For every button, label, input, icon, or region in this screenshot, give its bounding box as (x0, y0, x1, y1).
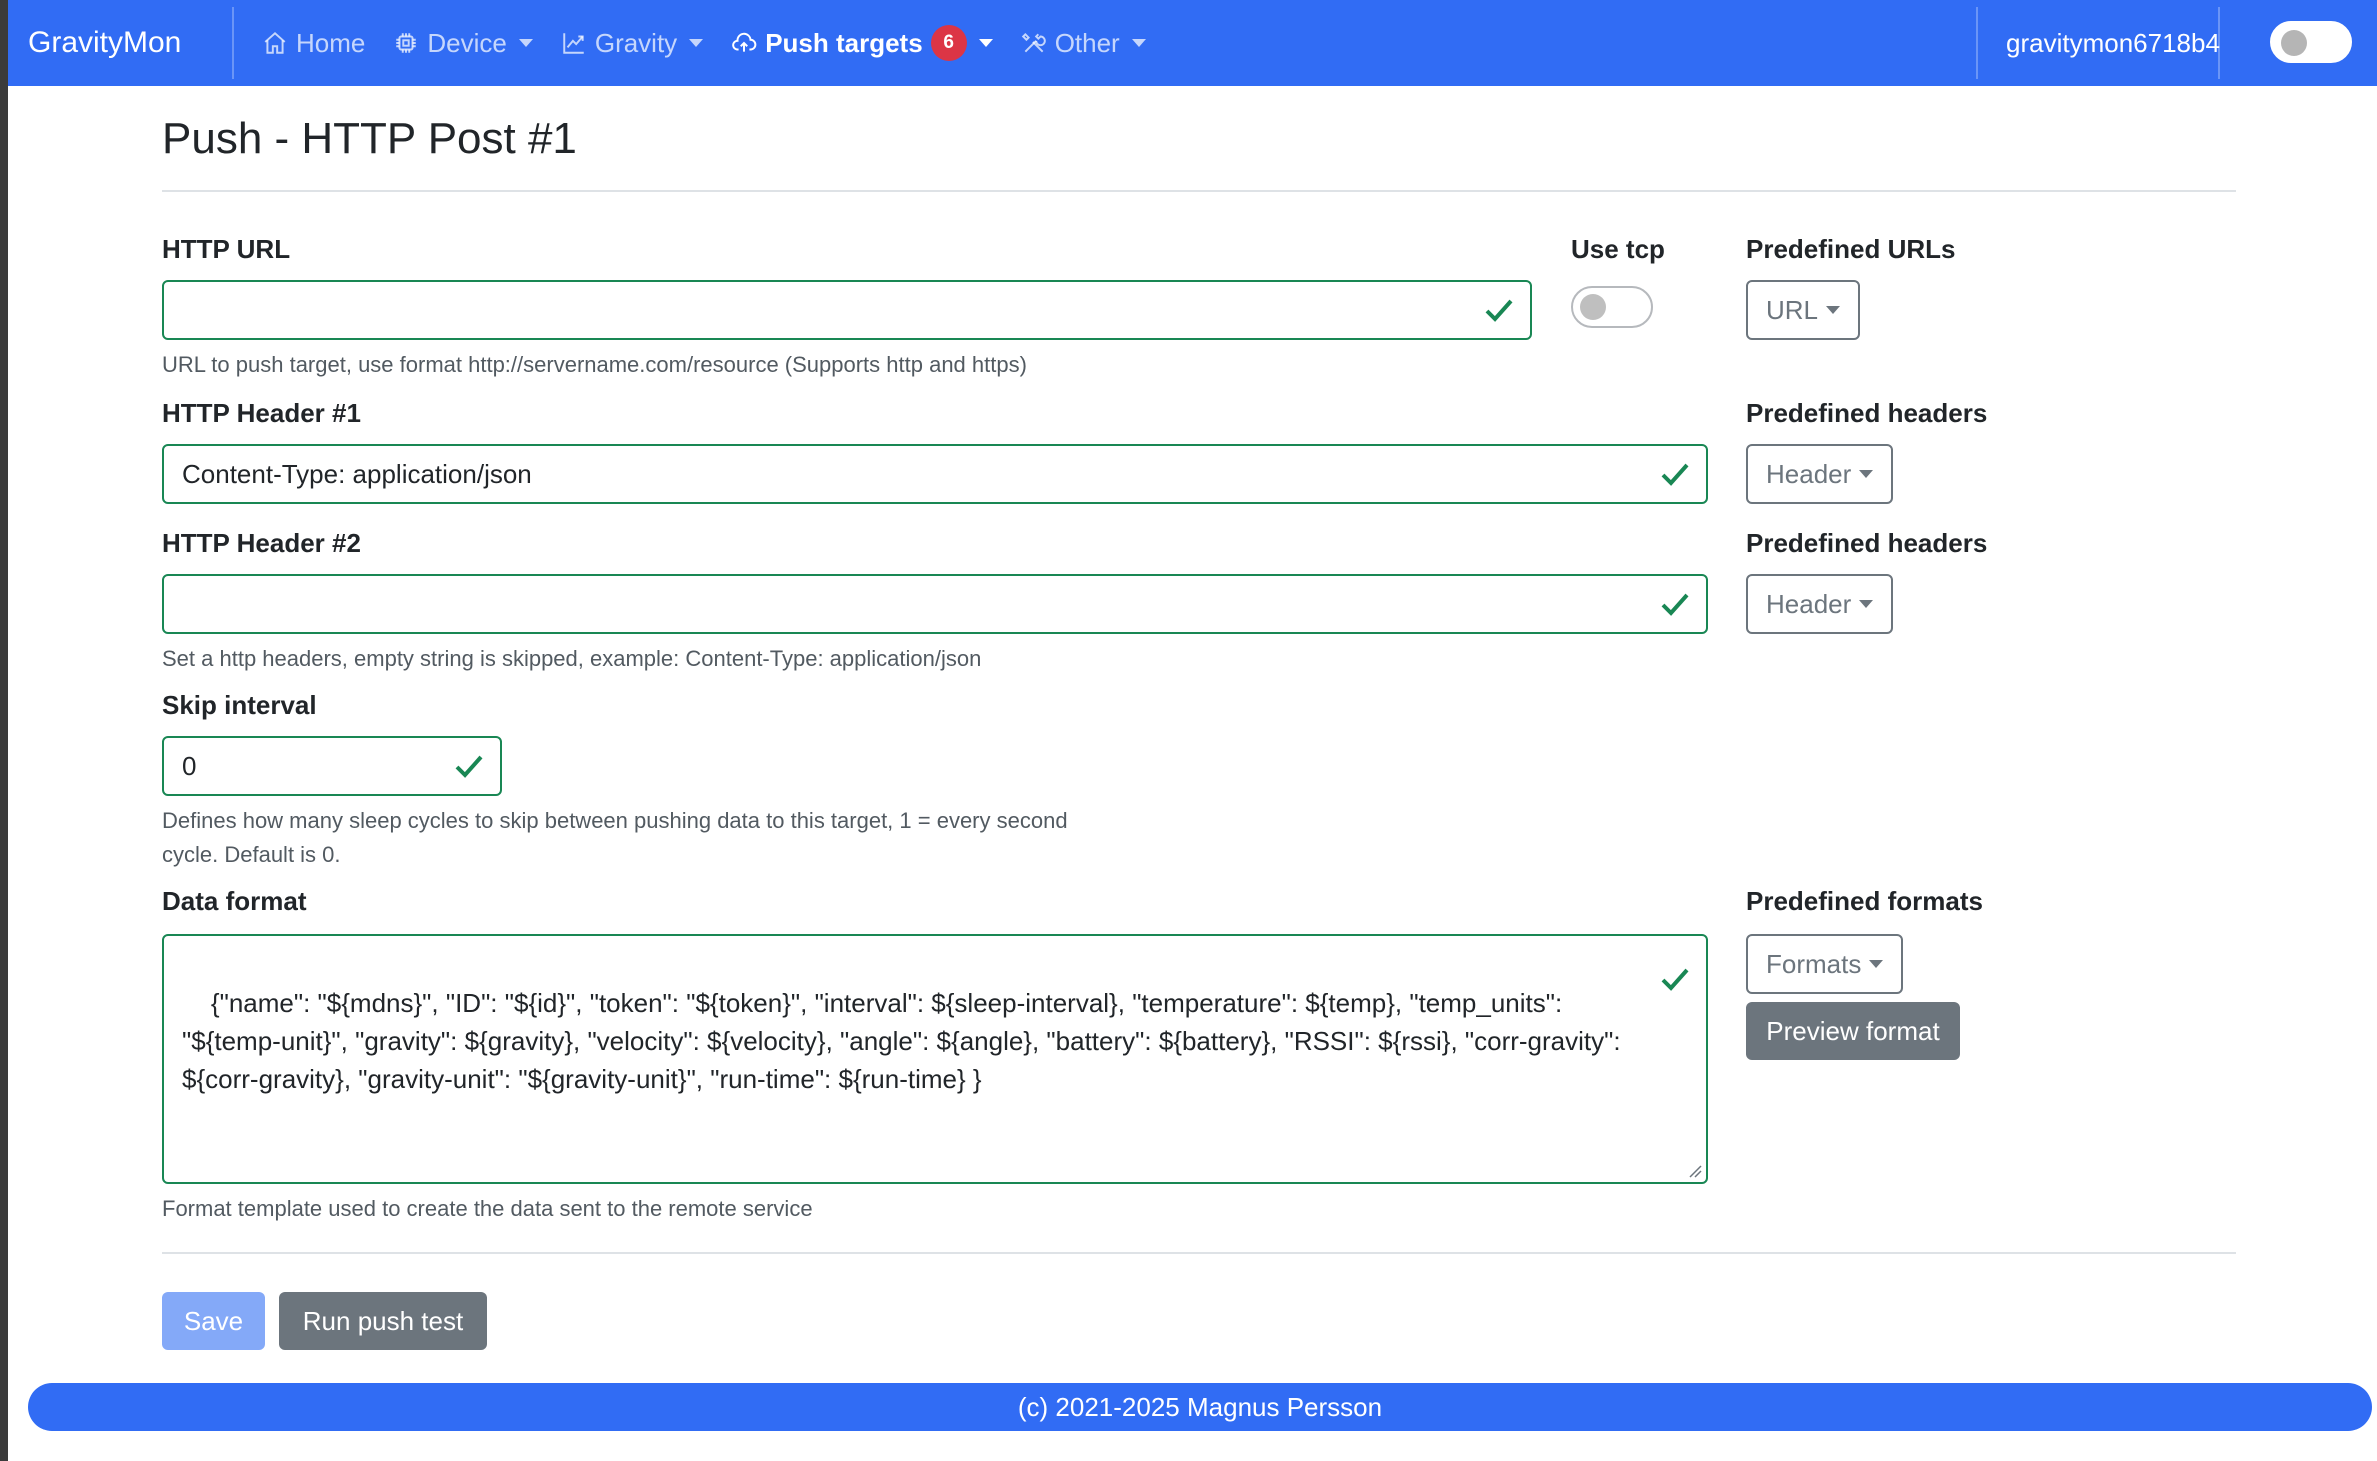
valid-check-icon (1661, 463, 1689, 486)
header1-label: HTTP Header #1 (162, 398, 361, 428)
http-url-label: HTTP URL (162, 234, 291, 264)
predefined-header2-dropdown-label: Header (1766, 588, 1852, 619)
predefined-header1-dropdown-label: Header (1766, 458, 1852, 489)
skip-interval-label: Skip interval (162, 690, 317, 720)
chevron-down-icon (689, 39, 704, 47)
nav-gravity[interactable]: Gravity (561, 27, 704, 59)
use-tcp-switch[interactable] (1571, 286, 1653, 328)
predefined-headers1-label: Predefined headers (1746, 398, 1988, 428)
predefined-formats-dropdown[interactable]: Formats (1746, 934, 1904, 994)
valid-check-icon (1661, 968, 1689, 991)
predefined-header1-dropdown[interactable]: Header (1746, 444, 1894, 504)
chevron-down-icon (518, 39, 533, 47)
skip-interval-help-line2: cycle. Default is 0. (162, 842, 341, 867)
data-format-help: Format template used to create the data … (162, 1196, 813, 1221)
navbar-divider (232, 7, 234, 79)
header2-help: Set a http headers, empty string is skip… (162, 646, 982, 671)
chevron-down-icon (1869, 960, 1884, 968)
predefined-urls-label: Predefined URLs (1746, 234, 1956, 264)
graph-icon (563, 33, 584, 54)
home-icon (264, 31, 286, 54)
notification-badge: 6 (930, 25, 967, 61)
chip-icon (396, 33, 417, 53)
skip-interval-help-line1: Defines how many sleep cycles to skip be… (162, 808, 1068, 833)
top-navbar: GravityMon Home Device Gravity Push targ… (8, 0, 2377, 86)
valid-check-icon (1485, 299, 1513, 322)
nav-other-label: Other (1054, 27, 1120, 58)
valid-check-icon (455, 755, 483, 778)
nav-device-label: Device (427, 27, 507, 58)
predefined-url-dropdown-label: URL (1766, 294, 1819, 325)
skip-interval-value: 0 (182, 750, 197, 781)
predefined-header2-dropdown[interactable]: Header (1746, 574, 1894, 634)
page-footer: (c) 2021-2025 Magnus Persson (28, 1383, 2372, 1431)
brand-logo[interactable]: GravityMon (8, 26, 232, 60)
chevron-down-icon (978, 39, 993, 47)
predefined-headers2-label: Predefined headers (1746, 528, 1988, 558)
nav-push-targets[interactable]: Push targets 6 (731, 25, 993, 61)
actions-divider (162, 1252, 2236, 1254)
nav-device[interactable]: Device (393, 27, 533, 59)
header2-label: HTTP Header #2 (162, 528, 361, 558)
window-edge (0, 0, 8, 1461)
predefined-formats-dropdown-label: Formats (1766, 948, 1862, 979)
save-button[interactable]: Save (162, 1292, 265, 1350)
nav-gravity-label: Gravity (594, 27, 678, 58)
predefined-url-dropdown[interactable]: URL (1746, 280, 1861, 340)
http-url-input[interactable] (162, 280, 1532, 340)
http-url-help: URL to push target, use format http://se… (162, 352, 1027, 377)
page-title: Push - HTTP Post #1 (162, 114, 577, 163)
header1-input[interactable]: Content-Type: application/json (162, 444, 1708, 504)
resize-handle-icon[interactable] (1688, 1164, 1702, 1178)
chevron-down-icon (1131, 39, 1146, 47)
dark-mode-toggle[interactable] (2270, 21, 2352, 63)
device-hostname: gravitymon6718b4 (2006, 27, 2220, 58)
data-format-value: {"name": "${mdns}", "ID": "${id}", "toke… (182, 988, 1628, 1094)
predefined-formats-label: Predefined formats (1746, 886, 1983, 916)
nav-other[interactable]: Other (1021, 28, 1146, 59)
chevron-down-icon (1859, 470, 1874, 478)
data-format-label: Data format (162, 886, 307, 916)
chevron-down-icon (1859, 600, 1874, 608)
use-tcp-label: Use tcp (1571, 234, 1665, 264)
tools-icon (1021, 32, 1046, 53)
nav-home[interactable]: Home (262, 28, 365, 59)
chevron-down-icon (1826, 306, 1841, 314)
nav-home-label: Home (296, 27, 366, 58)
switch-knob (1580, 294, 1606, 320)
toggle-knob (2281, 30, 2307, 56)
cloud-upload-icon (732, 32, 757, 52)
navbar-divider (2218, 7, 2220, 79)
skip-interval-input[interactable]: 0 (162, 736, 502, 796)
data-format-textarea[interactable]: {"name": "${mdns}", "ID": "${id}", "toke… (162, 934, 1708, 1184)
nav-push-targets-label: Push targets (765, 27, 923, 58)
preview-format-button[interactable]: Preview format (1746, 1002, 1960, 1060)
run-push-test-button[interactable]: Run push test (279, 1292, 487, 1350)
header1-value: Content-Type: application/json (182, 458, 532, 489)
valid-check-icon (1661, 593, 1689, 616)
navbar-divider (1976, 7, 1978, 79)
header2-input[interactable] (162, 574, 1708, 634)
title-divider (162, 190, 2236, 192)
